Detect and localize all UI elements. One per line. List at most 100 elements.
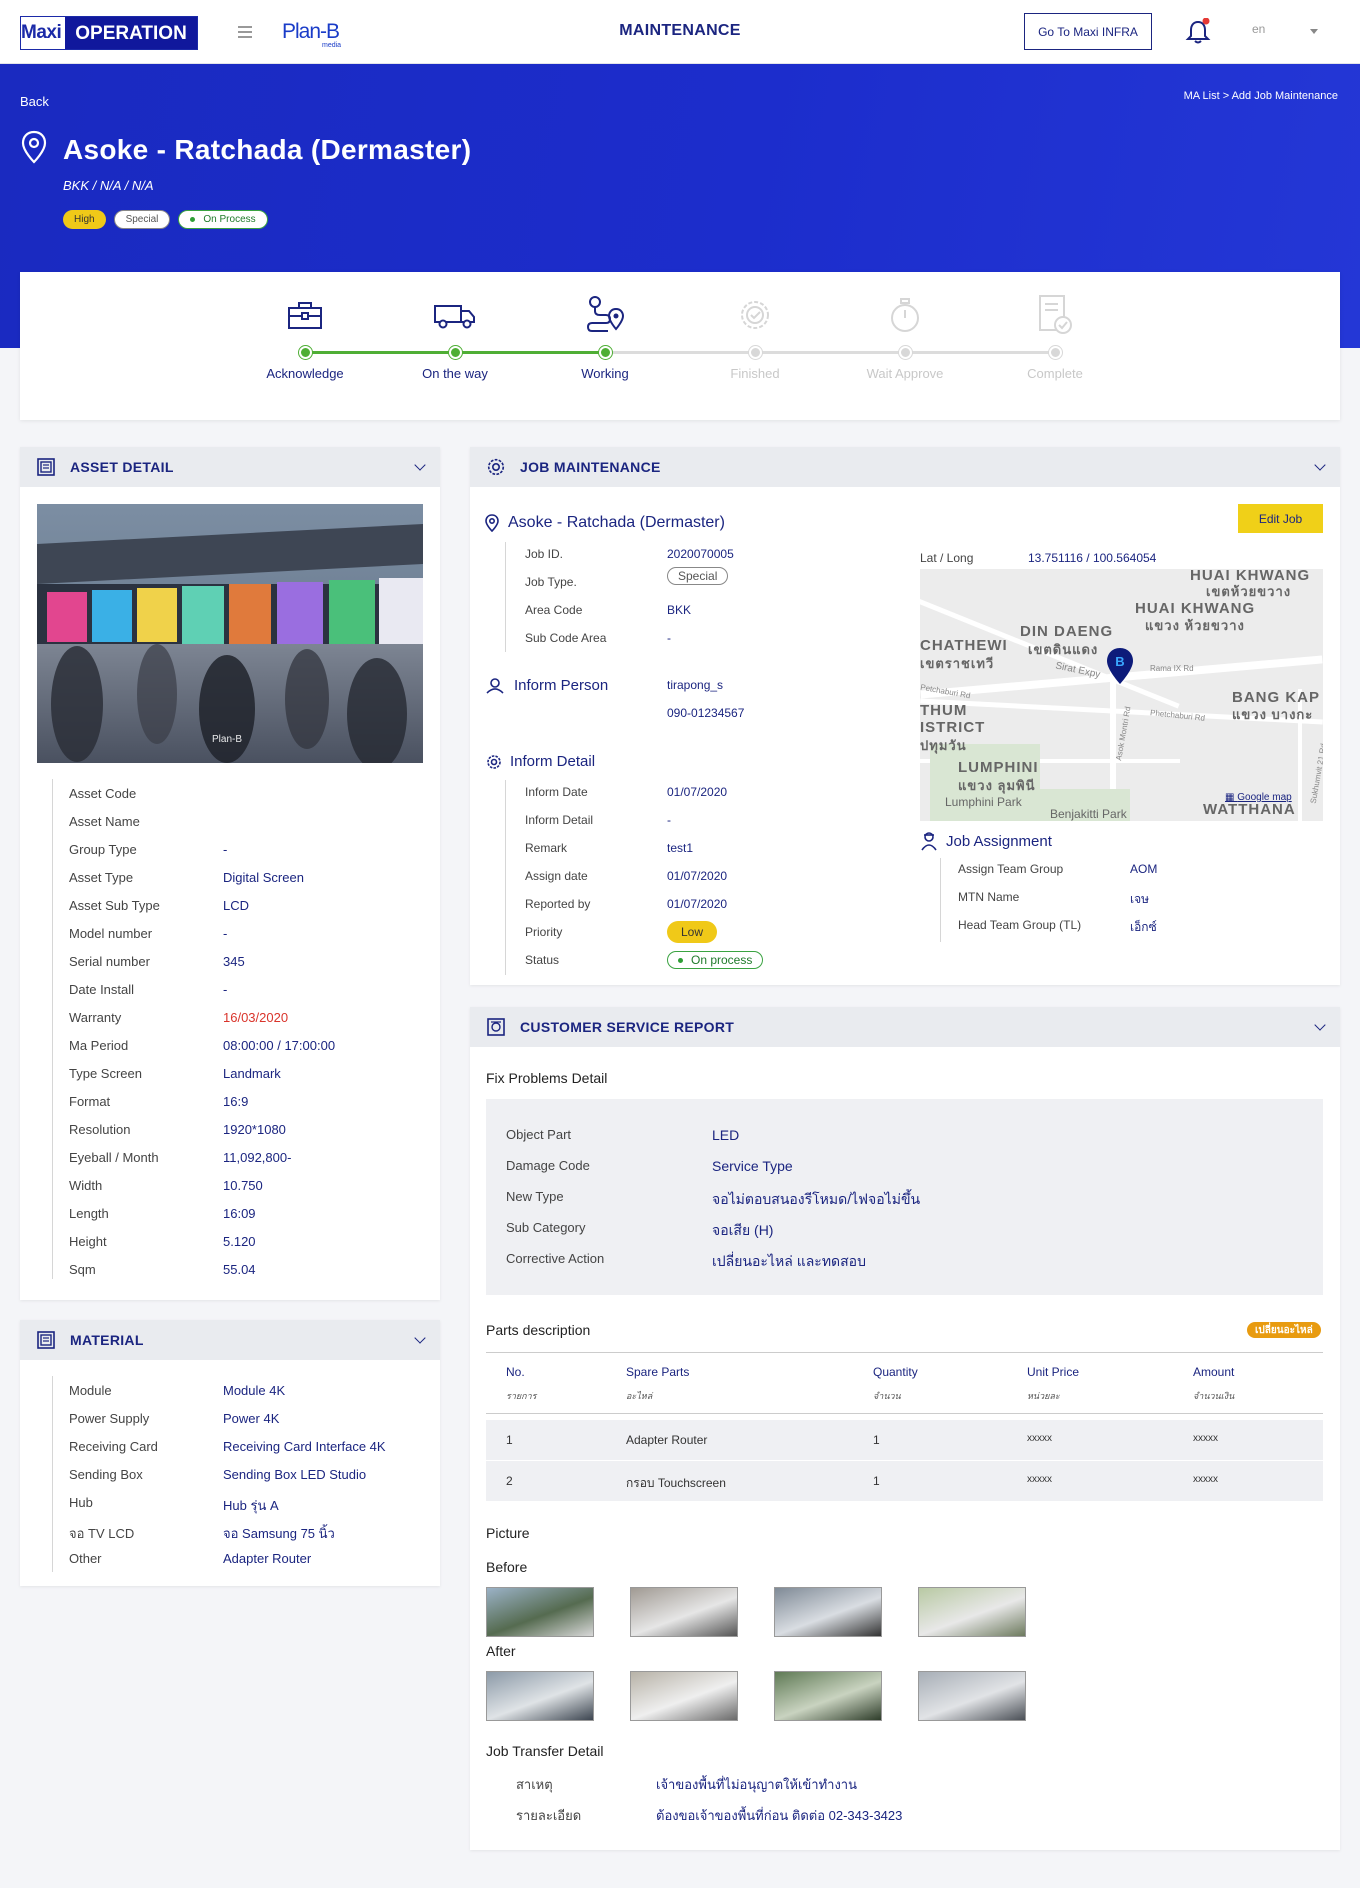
after-picture-thumbnail[interactable] xyxy=(918,1671,1026,1721)
chevron-down-icon[interactable] xyxy=(414,1332,426,1344)
breadcrumb[interactable]: MA List > Add Job Maintenance xyxy=(1184,90,1338,102)
job-maintenance-header[interactable]: JOB MAINTENANCE xyxy=(470,447,1340,487)
table-cell: 2 xyxy=(506,1474,513,1488)
field-value: 01/07/2020 xyxy=(667,785,728,799)
step-acknowledge: Acknowledge xyxy=(245,292,365,381)
table-cell: กรอบ Touchscreen xyxy=(626,1476,726,1490)
status-dot-icon xyxy=(678,957,683,963)
step-working: Working xyxy=(545,292,665,381)
language-select[interactable]: en xyxy=(1252,22,1265,36)
site-title: Asoke - Ratchada (Dermaster) xyxy=(63,134,472,165)
step-label: On the way xyxy=(422,366,488,381)
field-label: Resolution xyxy=(69,1122,131,1137)
before-picture-thumbnail[interactable] xyxy=(630,1587,738,1637)
map-road-label: Sukhumvit 21 Rd xyxy=(1308,742,1323,805)
field-value: Receiving Card Interface 4K xyxy=(223,1439,386,1454)
field-value: เจ้าของพื้นที่ไม่อนุญาตให้เข้าทำงาน xyxy=(656,1777,857,1792)
step-node xyxy=(1048,346,1062,359)
field-label: Assign date xyxy=(525,869,588,883)
status-label: On process xyxy=(691,953,753,967)
map-label: เขตห้วยขวาง xyxy=(1206,584,1292,599)
field-value: BKK xyxy=(667,603,692,617)
field-label: จอ TV LCD xyxy=(69,1526,135,1541)
after-picture-thumbnail[interactable] xyxy=(486,1671,594,1721)
step-node xyxy=(448,346,462,359)
step-label: Working xyxy=(581,366,629,381)
field-label: Asset Type xyxy=(69,870,134,885)
chevron-down-icon[interactable] xyxy=(414,459,426,471)
chevron-down-icon[interactable] xyxy=(1314,459,1326,471)
after-picture-thumbnail[interactable] xyxy=(630,1671,738,1721)
divider xyxy=(505,542,506,652)
before-picture-thumbnail[interactable] xyxy=(774,1587,882,1637)
location-map[interactable]: HUAI KHWANG เขตห้วยขวาง HUAI KHWANG แขวง… xyxy=(920,569,1323,821)
progress-line-todo xyxy=(605,351,1055,354)
map-road-label: Phetchaburi Rd xyxy=(1149,708,1206,723)
job-type-badge: Special xyxy=(113,210,171,229)
field-label: Ma Period xyxy=(69,1038,129,1053)
worker-icon xyxy=(921,832,937,851)
field-value: 01/07/2020 xyxy=(667,869,728,883)
edit-job-button[interactable]: Edit Job xyxy=(1238,504,1323,533)
map-label: แขวง ห้วยขวาง xyxy=(1145,618,1245,633)
notification-bell-icon[interactable] xyxy=(1184,17,1212,46)
field-value: - xyxy=(223,842,228,857)
column-header: Amount xyxy=(1193,1365,1235,1379)
material-icon xyxy=(36,1330,56,1350)
field-value: - xyxy=(667,813,671,827)
asset-detail-header[interactable]: ASSET DETAIL xyxy=(20,447,440,487)
before-picture-thumbnail[interactable] xyxy=(918,1587,1026,1637)
material-title: MATERIAL xyxy=(70,1332,144,1348)
field-value: AOM xyxy=(1130,862,1158,876)
field-label: Group Type xyxy=(69,842,137,857)
field-value: test1 xyxy=(667,841,694,855)
field-value: - xyxy=(223,982,228,997)
latlong-label: Lat / Long xyxy=(920,551,974,565)
field-label: Format xyxy=(69,1094,111,1109)
field-label: Warranty xyxy=(69,1010,122,1025)
step-node xyxy=(598,346,612,359)
field-label: Module xyxy=(69,1383,112,1398)
customer-service-report-header[interactable]: CUSTOMER SERVICE REPORT xyxy=(470,1007,1340,1047)
field-value: ต้องขอเจ้าของพื้นที่ก่อน ติดต่อ 02-343-3… xyxy=(656,1808,903,1823)
before-picture-thumbnail[interactable] xyxy=(486,1587,594,1637)
field-value: 16:9 xyxy=(223,1094,249,1109)
asset-detail-title: ASSET DETAIL xyxy=(70,459,174,475)
after-label: After xyxy=(486,1643,516,1659)
inform-person-phone: 090-01234567 xyxy=(667,706,745,720)
step-finished: Finished xyxy=(695,292,815,381)
divider xyxy=(940,858,941,942)
job-assignment-heading: Job Assignment xyxy=(920,831,1052,851)
asset-photo: Plan-B xyxy=(37,504,423,763)
divider xyxy=(52,1376,53,1572)
field-value: 2020070005 xyxy=(667,547,734,561)
field-value: 55.04 xyxy=(223,1262,256,1277)
after-picture-thumbnail[interactable] xyxy=(774,1671,882,1721)
column-header-thai: หน่วยละ xyxy=(1027,1391,1060,1401)
step-complete: Complete xyxy=(995,292,1115,381)
chevron-down-icon[interactable] xyxy=(1314,1019,1326,1031)
status-dot-icon xyxy=(190,217,196,222)
field-value: เจษ xyxy=(1130,892,1150,906)
map-label: Benjakitti Park xyxy=(1050,807,1127,821)
field-label: Hub xyxy=(69,1495,93,1510)
go-to-infra-button[interactable]: Go To Maxi INFRA xyxy=(1024,13,1152,50)
google-map-link[interactable]: ▦ Google map xyxy=(1225,792,1292,803)
material-header[interactable]: MATERIAL xyxy=(20,1320,440,1360)
map-label: แขวง บางกะ xyxy=(1232,707,1314,722)
job-tags: High Special On Process xyxy=(63,210,268,229)
field-value: LED xyxy=(712,1127,740,1143)
field-label: Sub Category xyxy=(506,1220,586,1235)
field-label: Assign Team Group xyxy=(958,862,1064,876)
field-value: Hub รุ่น A xyxy=(223,1498,279,1513)
field-label: Asset Sub Type xyxy=(69,898,160,913)
field-label: Model number xyxy=(69,926,153,941)
column-header-thai: รายการ xyxy=(506,1391,537,1401)
back-link[interactable]: Back xyxy=(20,94,49,109)
field-value: จอ Samsung 75 นิ้ว xyxy=(223,1526,335,1541)
chevron-down-icon[interactable] xyxy=(1310,29,1318,34)
field-value: Low xyxy=(667,921,718,943)
map-marker-icon[interactable]: B xyxy=(1106,647,1134,685)
field-value: Adapter Router xyxy=(223,1551,312,1566)
table-cell: Adapter Router xyxy=(626,1433,708,1447)
